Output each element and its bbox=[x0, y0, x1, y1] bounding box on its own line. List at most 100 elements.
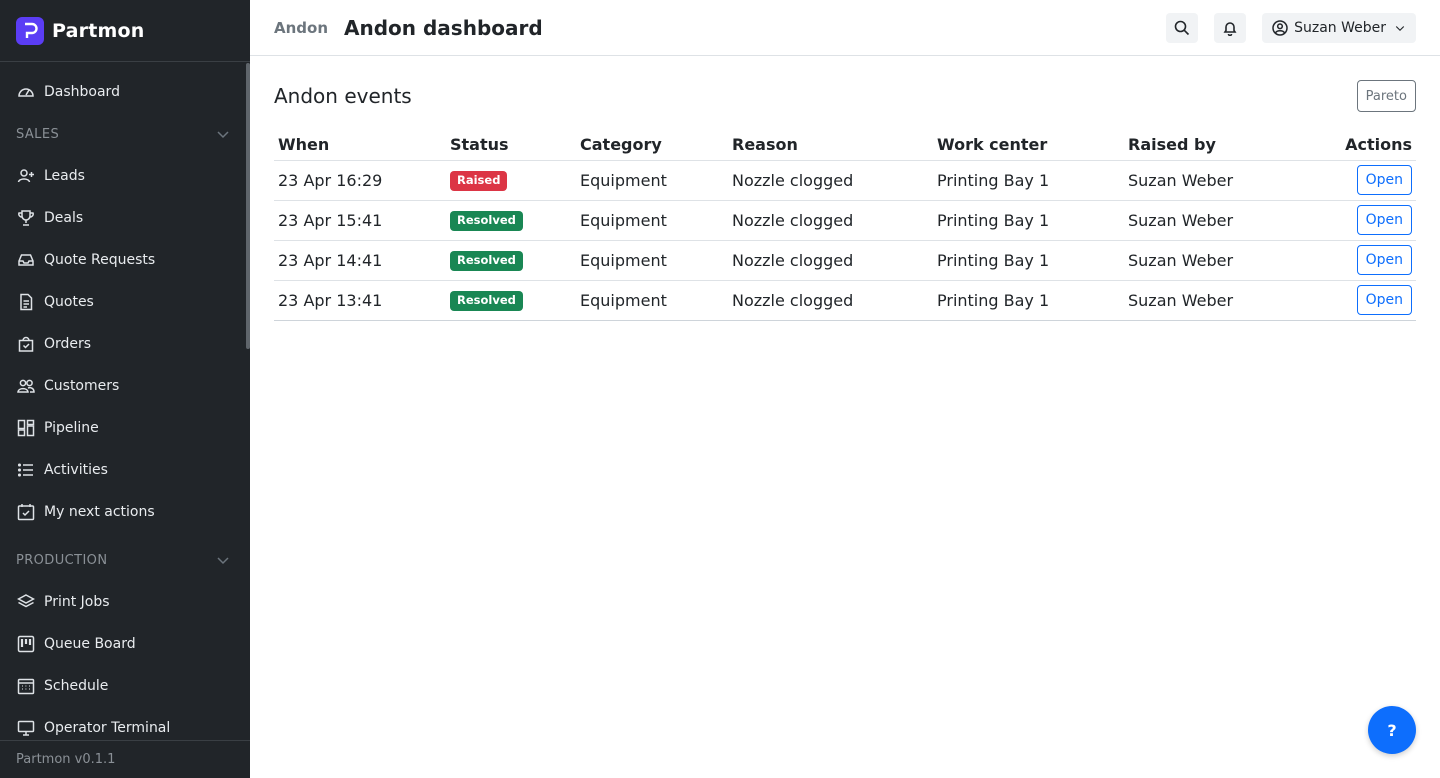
monitor-icon bbox=[16, 718, 36, 738]
sidebar-item-print-jobs[interactable]: Print Jobs bbox=[0, 581, 250, 623]
speedometer-icon bbox=[16, 82, 36, 102]
sidebar-item-queue-board[interactable]: Queue Board bbox=[0, 623, 250, 665]
open-button[interactable]: Open bbox=[1356, 245, 1412, 275]
cell-reason: Nozzle clogged bbox=[728, 160, 933, 201]
user-name: Suzan Weber bbox=[1294, 19, 1386, 36]
sidebar-item-orders[interactable]: Orders bbox=[0, 323, 250, 365]
sidebar-item-customers[interactable]: Customers bbox=[0, 365, 250, 407]
page-title: Andon dashboard bbox=[344, 15, 543, 40]
sidebar-item-label: Queue Board bbox=[44, 636, 136, 652]
cell-work-center: Printing Bay 1 bbox=[933, 200, 1124, 241]
sidebar-section-sales[interactable]: SALES bbox=[0, 113, 250, 155]
sidebar-item-label: Dashboard bbox=[44, 84, 120, 100]
cell-when: 23 Apr 16:29 bbox=[274, 160, 446, 201]
calendar-grid-icon bbox=[16, 676, 36, 696]
search-button[interactable] bbox=[1166, 12, 1199, 43]
sidebar-item-label: Quote Requests bbox=[44, 252, 156, 268]
calendar-check-icon bbox=[16, 502, 36, 522]
partmon-logo-icon bbox=[16, 16, 44, 45]
sidebar-item-quote-requests[interactable]: Quote Requests bbox=[0, 239, 250, 281]
cell-category: Equipment bbox=[576, 240, 728, 281]
open-button[interactable]: Open bbox=[1356, 285, 1412, 315]
cell-raised-by: Suzan Weber bbox=[1124, 240, 1316, 281]
sidebar-item-label: Quotes bbox=[44, 294, 94, 310]
person-plus-icon bbox=[16, 166, 36, 186]
sidebar-item-deals[interactable]: Deals bbox=[0, 197, 250, 239]
layers-icon bbox=[16, 592, 36, 612]
cell-category: Equipment bbox=[576, 160, 728, 201]
sidebar-item-label: Print Jobs bbox=[44, 594, 110, 610]
chevron-down-icon bbox=[1395, 25, 1405, 31]
cell-reason: Nozzle clogged bbox=[728, 280, 933, 321]
cell-when: 23 Apr 13:41 bbox=[274, 280, 446, 321]
cell-reason: Nozzle clogged bbox=[728, 200, 933, 241]
sidebar-item-label: Orders bbox=[44, 336, 92, 352]
table-row: 23 Apr 14:41 Resolved Equipment Nozzle c… bbox=[274, 240, 1416, 281]
cell-reason: Nozzle clogged bbox=[728, 240, 933, 281]
kanban-board-icon bbox=[16, 634, 36, 654]
chevron-down-icon bbox=[217, 557, 229, 565]
cell-raised-by: Suzan Weber bbox=[1124, 280, 1316, 321]
section-label: SALES bbox=[16, 126, 60, 142]
bag-check-icon bbox=[16, 334, 36, 354]
table-header-row: When Status Category Reason Work center … bbox=[274, 132, 1416, 161]
sidebar-item-activities[interactable]: Activities bbox=[0, 449, 250, 491]
people-icon bbox=[16, 376, 36, 396]
user-menu-button[interactable]: Suzan Weber bbox=[1262, 12, 1416, 43]
brand[interactable]: Partmon bbox=[0, 0, 250, 62]
sidebar-item-leads[interactable]: Leads bbox=[0, 155, 250, 197]
card-header: Andon events Pareto bbox=[274, 80, 1416, 112]
sidebar-item-label: My next actions bbox=[44, 504, 155, 520]
sidebar-item-my-next-actions[interactable]: My next actions bbox=[0, 491, 250, 533]
status-badge: Resolved bbox=[450, 211, 523, 231]
brand-name: Partmon bbox=[52, 19, 145, 42]
card-title: Andon events bbox=[274, 84, 412, 108]
sidebar-item-schedule[interactable]: Schedule bbox=[0, 665, 250, 707]
table-row: 23 Apr 13:41 Resolved Equipment Nozzle c… bbox=[274, 280, 1416, 321]
column-header-category: Category bbox=[576, 132, 728, 161]
pareto-button[interactable]: Pareto bbox=[1356, 80, 1416, 112]
sidebar: Partmon Dashboard SALES Leads Deals Quot… bbox=[0, 0, 250, 778]
cell-when: 23 Apr 15:41 bbox=[274, 200, 446, 241]
kanban-icon bbox=[16, 418, 36, 438]
search-icon bbox=[1174, 20, 1190, 35]
sidebar-nav: Dashboard SALES Leads Deals Quote Reques… bbox=[0, 63, 250, 740]
column-header-status: Status bbox=[446, 132, 576, 161]
inbox-icon bbox=[16, 250, 36, 270]
status-badge: Resolved bbox=[450, 251, 523, 271]
cell-raised-by: Suzan Weber bbox=[1124, 200, 1316, 241]
cell-work-center: Printing Bay 1 bbox=[933, 240, 1124, 281]
sidebar-item-pipeline[interactable]: Pipeline bbox=[0, 407, 250, 449]
cell-raised-by: Suzan Weber bbox=[1124, 160, 1316, 201]
sidebar-item-label: Deals bbox=[44, 210, 84, 226]
cell-when: 23 Apr 14:41 bbox=[274, 240, 446, 281]
sidebar-item-dashboard[interactable]: Dashboard bbox=[0, 71, 250, 113]
column-header-when: When bbox=[274, 132, 446, 161]
sidebar-item-label: Leads bbox=[44, 168, 85, 184]
app-version: Partmon v0.1.1 bbox=[0, 740, 250, 778]
open-button[interactable]: Open bbox=[1356, 205, 1412, 235]
header-actions: Suzan Weber bbox=[1150, 12, 1416, 43]
top-header: Andon Andon dashboard Suzan Weber bbox=[250, 0, 1440, 56]
file-text-icon bbox=[16, 292, 36, 312]
cell-work-center: Printing Bay 1 bbox=[933, 280, 1124, 321]
open-button[interactable]: Open bbox=[1356, 165, 1412, 195]
sidebar-item-operator-terminal[interactable]: Operator Terminal bbox=[0, 707, 250, 740]
sidebar-section-production[interactable]: PRODUCTION bbox=[0, 539, 250, 581]
person-circle-icon bbox=[1272, 19, 1288, 36]
notifications-button[interactable] bbox=[1214, 12, 1247, 43]
cell-category: Equipment bbox=[576, 280, 728, 321]
cell-category: Equipment bbox=[576, 200, 728, 241]
sidebar-item-quotes[interactable]: Quotes bbox=[0, 281, 250, 323]
status-badge: Raised bbox=[450, 171, 508, 191]
column-header-work-center: Work center bbox=[933, 132, 1124, 161]
list-icon bbox=[16, 460, 36, 480]
help-button[interactable]: ? bbox=[1368, 706, 1416, 754]
chevron-down-icon bbox=[217, 131, 229, 139]
status-badge: Resolved bbox=[450, 291, 523, 311]
column-header-raised-by: Raised by bbox=[1124, 132, 1316, 161]
sidebar-item-label: Customers bbox=[44, 378, 120, 394]
column-header-actions: Actions bbox=[1316, 132, 1416, 161]
breadcrumb[interactable]: Andon bbox=[274, 19, 328, 37]
bell-icon bbox=[1223, 21, 1237, 36]
